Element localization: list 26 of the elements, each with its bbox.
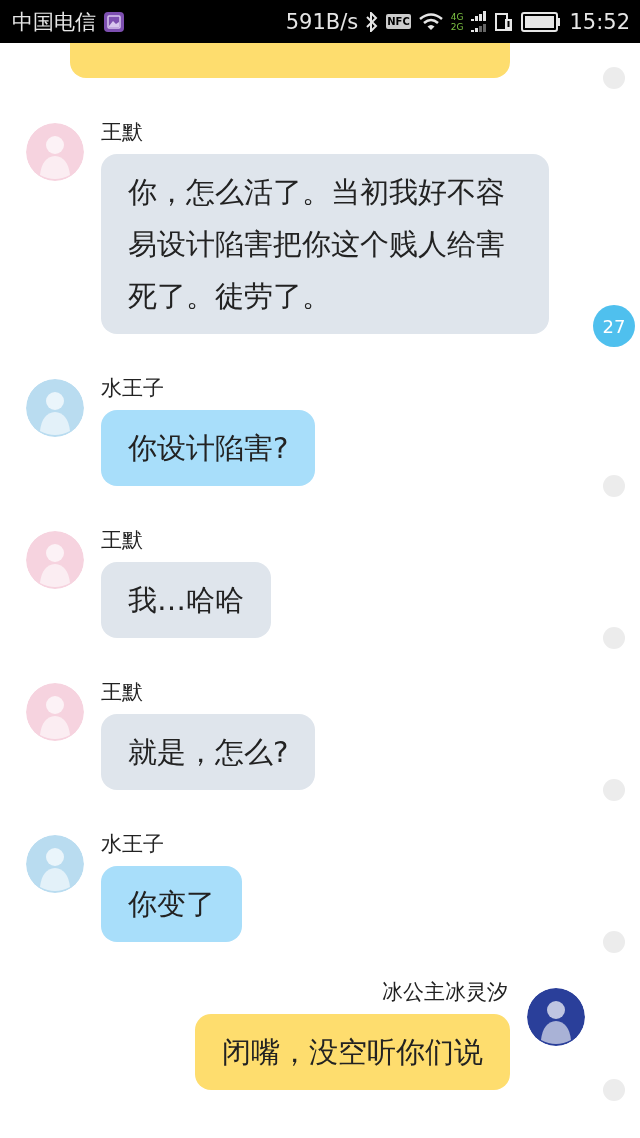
network-type: 2G: [450, 21, 464, 32]
unread-badge: 27: [593, 305, 635, 347]
network-speed: 591B/s: [285, 9, 359, 34]
nfc-icon: NFC: [386, 14, 411, 29]
sender-name: 王默: [101, 680, 143, 704]
sender-name: 王默: [101, 120, 143, 144]
sender-name: 水王子: [101, 832, 164, 856]
carrier-name: 中国电信: [12, 8, 96, 36]
gallery-icon: [104, 11, 124, 32]
message-bubble: 你设计陷害?: [101, 410, 316, 486]
network-type: 4G: [450, 11, 464, 22]
sim-icon: [495, 11, 514, 32]
clock: 15:52: [569, 9, 630, 34]
battery-icon: [521, 11, 562, 32]
signal-icon: [471, 10, 488, 33]
sender-name: 王默: [101, 528, 143, 552]
message-bubble: 你，怎么活了。当初我好不容易设计陷害把你这个贱人给害死了。徒劳了。: [101, 154, 549, 334]
sender-name: 冰公主冰灵汐: [382, 980, 508, 1004]
avatar[interactable]: [527, 988, 585, 1046]
message-bubble: 闭嘴，没空听你们说: [195, 1014, 510, 1090]
message-bubble: 就是，怎么?: [101, 714, 316, 790]
bluetooth-icon: [366, 11, 379, 32]
message-bubble: 你变了: [101, 866, 242, 942]
message-bubble: 我…哈哈: [101, 562, 271, 638]
wifi-icon: [418, 12, 443, 31]
sender-name: 水王子: [101, 376, 164, 400]
